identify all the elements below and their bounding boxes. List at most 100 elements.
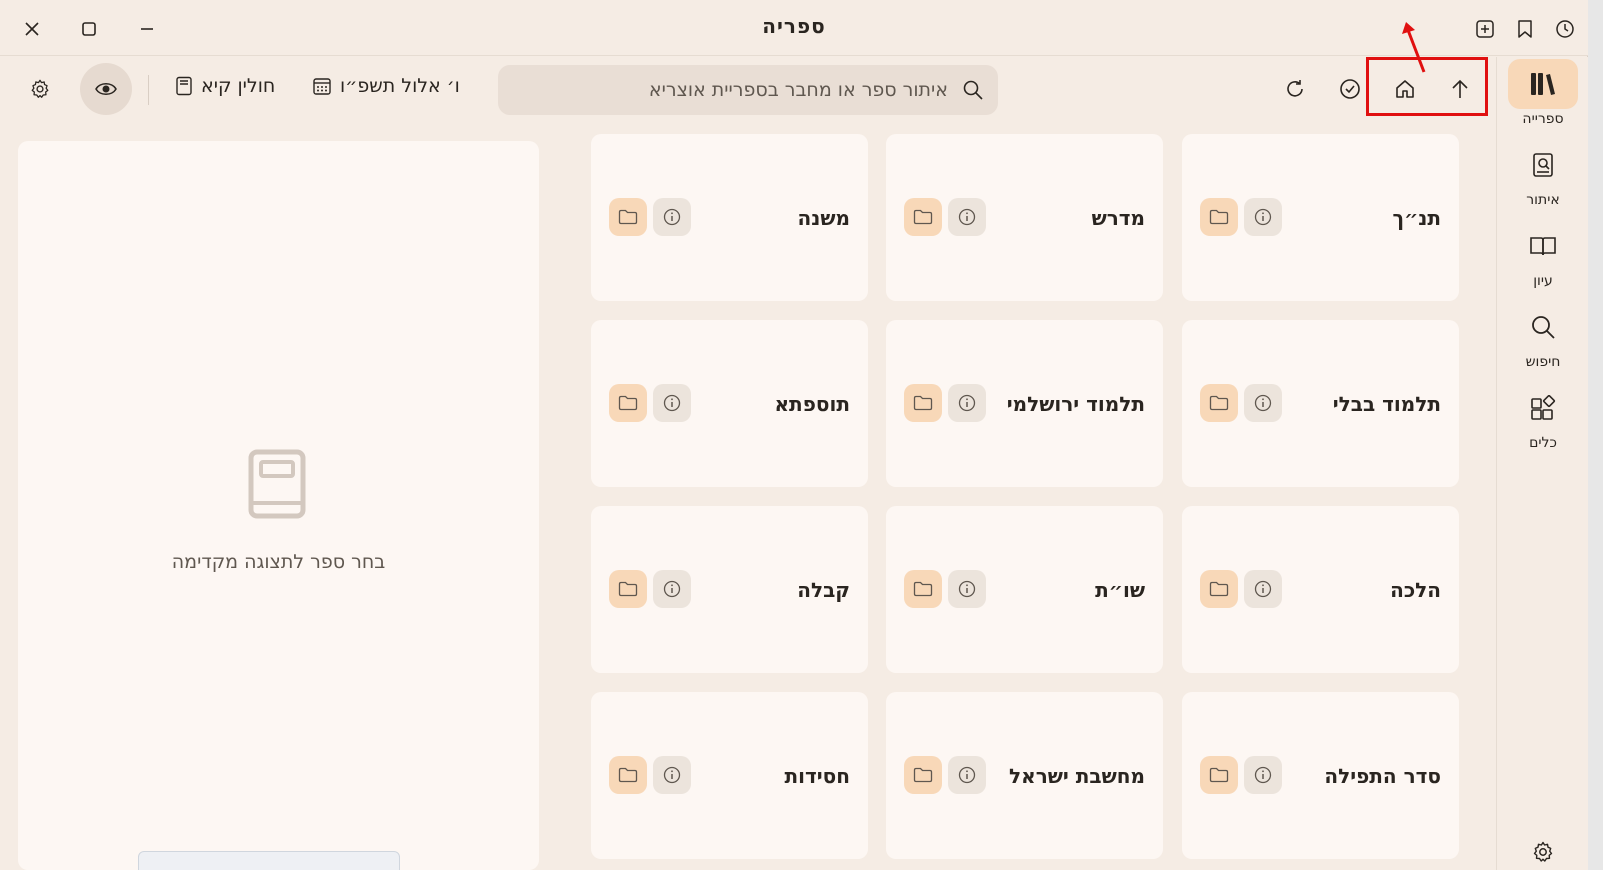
nav-label-find: איתור [1526,192,1560,208]
nav-item-library[interactable]: ספרייה [1497,59,1589,127]
category-open-folder-button[interactable] [609,384,647,422]
search-box[interactable] [498,65,998,115]
gear-icon [31,79,49,98]
folder-icon [618,581,638,597]
category-card[interactable]: מדרש [886,134,1163,301]
category-info-button[interactable] [948,570,986,608]
find-book-icon [1508,140,1578,190]
category-open-folder-button[interactable] [904,570,942,608]
category-info-button[interactable] [653,384,691,422]
category-open-folder-button[interactable] [904,756,942,794]
category-card[interactable]: קבלה [591,506,868,673]
side-navigation: ספרייה איתור עיון חיפוש כלים [1496,57,1588,870]
category-info-button[interactable] [1244,384,1282,422]
category-card[interactable]: מחשבת ישראל [886,692,1163,859]
gear-icon [1508,827,1578,870]
refresh-icon [1287,80,1303,97]
search-icon [1508,302,1578,352]
nav-label-tools: כלים [1529,435,1557,451]
info-icon [1254,208,1272,226]
nav-label-search: חיפוש [1525,354,1561,370]
toolbar: חולין קיא ו׳ אלול תשפ״ו [0,57,1496,125]
category-card[interactable]: תלמוד ירושלמי [886,320,1163,487]
category-open-folder-button[interactable] [904,198,942,236]
info-icon [663,580,681,598]
category-title: חסידות [784,764,850,788]
info-icon [958,766,976,784]
search-icon [963,80,983,100]
info-icon [663,394,681,412]
category-info-button[interactable] [653,570,691,608]
tools-icon [1508,383,1578,433]
category-info-button[interactable] [948,384,986,422]
search-input[interactable] [512,79,948,101]
category-title: משנה [797,206,850,230]
category-open-folder-button[interactable] [904,384,942,422]
category-title: הלכה [1390,578,1441,602]
category-title: שו״ת [1095,578,1145,602]
folder-icon [1209,395,1229,411]
library-icon [1508,59,1578,109]
category-card[interactable]: סדר התפילה [1182,692,1459,859]
category-card[interactable]: הלכה [1182,506,1459,673]
nav-label-library: ספרייה [1522,111,1564,127]
daf-book-icon [176,76,192,96]
category-card[interactable]: שו״ת [886,506,1163,673]
category-card[interactable]: חסידות [591,692,868,859]
open-book-icon [1508,221,1578,271]
category-info-button[interactable] [948,756,986,794]
nav-item-find[interactable]: איתור [1497,140,1589,208]
settings-button[interactable] [20,69,60,109]
category-info-button[interactable] [653,198,691,236]
category-title: קבלה [797,578,850,602]
category-open-folder-button[interactable] [1200,384,1238,422]
category-title: מדרש [1091,206,1145,230]
category-title: תוספתא [774,392,851,416]
bookmarks-button[interactable] [1510,14,1540,44]
new-tab-button[interactable] [1470,14,1500,44]
category-info-button[interactable] [1244,756,1282,794]
calendar-icon [313,78,331,95]
category-open-folder-button[interactable] [609,756,647,794]
category-open-folder-button[interactable] [609,198,647,236]
category-open-folder-button[interactable] [609,570,647,608]
nav-item-tools[interactable]: כלים [1497,383,1589,451]
category-card[interactable]: תלמוד בבלי [1182,320,1459,487]
category-open-folder-button[interactable] [1200,198,1238,236]
daily-page-label: חולין קיא [201,75,276,97]
folder-icon [618,767,638,783]
history-button[interactable] [1550,14,1580,44]
preview-toggle-button[interactable] [80,63,132,115]
category-title: סדר התפילה [1324,764,1441,788]
nav-item-search[interactable]: חיפוש [1497,302,1589,370]
annotation-arrow-icon [1402,22,1426,73]
info-icon [958,394,976,412]
preview-panel: בחר ספר לתצוגה מקדימה [18,141,539,870]
hebrew-date-button[interactable]: ו׳ אלול תשפ״ו [312,75,460,97]
nav-item-reading[interactable]: עיון [1497,221,1589,289]
daily-page-button[interactable]: חולין קיא [175,75,275,97]
nav-settings-button[interactable] [1497,827,1589,870]
category-info-button[interactable] [1244,198,1282,236]
bookmark-icon [1518,20,1532,38]
toolbar-divider [148,75,149,105]
category-card[interactable]: תנ״ך [1182,134,1459,301]
category-open-folder-button[interactable] [1200,756,1238,794]
eye-icon [95,83,117,95]
category-info-button[interactable] [948,198,986,236]
category-info-button[interactable] [653,756,691,794]
preview-empty-message: בחר ספר לתצוגה מקדימה [171,551,386,573]
history-icon [1556,20,1574,38]
info-icon [1254,580,1272,598]
category-card[interactable]: תוספתא [591,320,868,487]
refresh-button[interactable] [1275,69,1315,109]
window-title: ספריה [762,14,826,38]
folder-icon [913,395,933,411]
category-info-button[interactable] [1244,570,1282,608]
category-card[interactable]: משנה [591,134,868,301]
info-icon [663,766,681,784]
folder-icon [618,209,638,225]
category-open-folder-button[interactable] [1200,570,1238,608]
hebrew-date-label: ו׳ אלול תשפ״ו [340,75,460,97]
sync-status-button[interactable] [1330,69,1370,109]
